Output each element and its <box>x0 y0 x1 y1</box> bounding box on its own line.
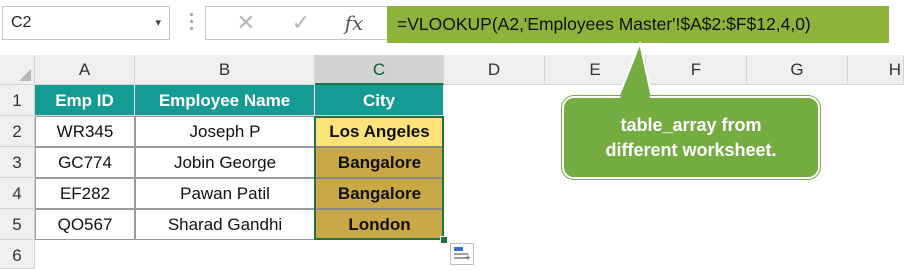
row-header-6[interactable]: 6 <box>0 240 35 269</box>
table-cell-city[interactable]: Bangalore <box>315 147 444 178</box>
formula-input[interactable]: =VLOOKUP(A2,'Employees Master'!$A$2:$F$1… <box>387 6 889 43</box>
table-cell-name[interactable]: Joseph P <box>135 116 315 147</box>
row-header-4[interactable]: 4 <box>0 178 35 209</box>
callout-line-1: table_array from <box>620 114 762 135</box>
formula-buttons: ✕ ✓ fx <box>205 6 387 40</box>
column-header-g[interactable]: G <box>747 55 848 85</box>
row-header-2[interactable]: 2 <box>0 116 35 147</box>
table-cell-emp-id[interactable]: QO567 <box>35 209 135 240</box>
column-header-c[interactable]: C <box>315 55 444 85</box>
row-header-5[interactable]: 5 <box>0 209 35 240</box>
column-header-h[interactable]: H <box>848 55 904 85</box>
chevron-down-icon[interactable]: ▾ <box>155 7 161 39</box>
table-header-emp-id[interactable]: Emp ID <box>35 85 135 116</box>
formula-bar: C2 ▾ ✕ ✓ fx =VLOOKUP(A2,'Employees Maste… <box>0 0 904 52</box>
column-header-d[interactable]: D <box>444 55 545 85</box>
table-cell-city[interactable]: Los Angeles <box>315 116 444 147</box>
table-cell-emp-id[interactable]: WR345 <box>35 116 135 147</box>
callout-line-2: different worksheet. <box>605 139 777 160</box>
table-cell-city[interactable]: London <box>315 209 444 240</box>
table-cell-name[interactable]: Sharad Gandhi <box>135 209 315 240</box>
table-header-employee-name[interactable]: Employee Name <box>135 85 315 116</box>
quick-analysis-icon[interactable]: + <box>450 243 474 265</box>
close-icon[interactable]: ✕ <box>226 7 266 39</box>
table-cell-name[interactable]: Jobin George <box>135 147 315 178</box>
name-box-value: C2 <box>11 14 32 31</box>
table-cell-city[interactable]: Bangalore <box>315 178 444 209</box>
row-header-3[interactable]: 3 <box>0 147 35 178</box>
checkmark-icon[interactable]: ✓ <box>281 7 321 39</box>
table-cell-emp-id[interactable]: GC774 <box>35 147 135 178</box>
table-header-city[interactable]: City <box>315 85 444 116</box>
fx-icon[interactable]: fx <box>334 7 374 39</box>
name-box[interactable]: C2 ▾ <box>2 6 170 40</box>
column-header-e[interactable]: E <box>545 55 646 85</box>
table-cell-emp-id[interactable]: EF282 <box>35 178 135 209</box>
column-header-a[interactable]: A <box>35 55 135 85</box>
column-header-f[interactable]: F <box>646 55 747 85</box>
formula-bar-splitter[interactable] <box>190 13 194 35</box>
table-cell-name[interactable]: Pawan Patil <box>135 178 315 209</box>
column-header-b[interactable]: B <box>135 55 315 85</box>
fill-handle[interactable] <box>440 236 448 244</box>
callout-note: table_array from different worksheet. <box>562 96 820 179</box>
select-all-corner[interactable] <box>0 55 35 85</box>
row-header-1[interactable]: 1 <box>0 85 35 116</box>
